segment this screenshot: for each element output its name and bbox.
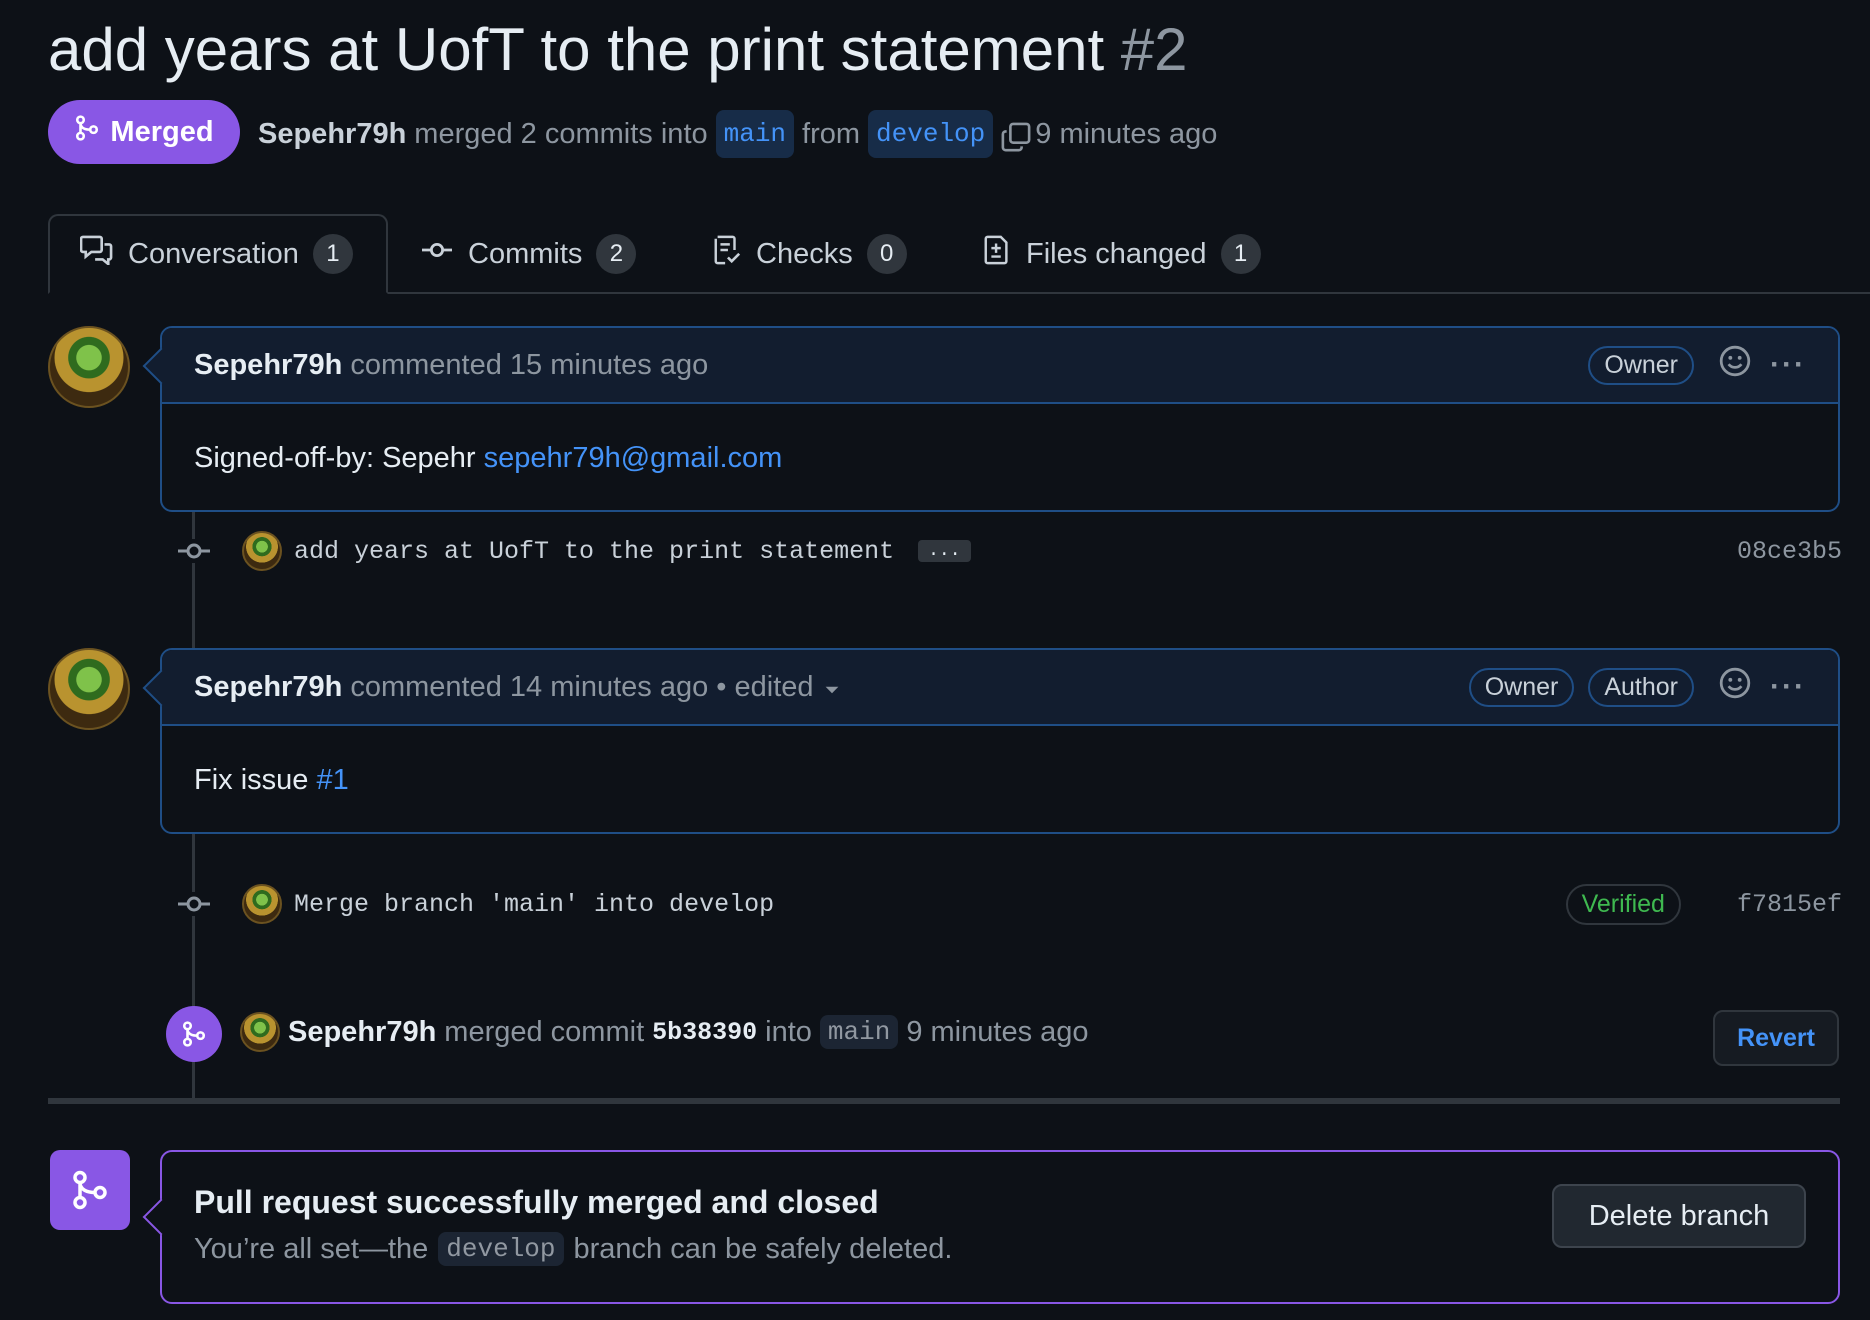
revert-button[interactable]: Revert xyxy=(1713,1010,1839,1066)
file-diff-icon xyxy=(982,234,1012,274)
merge-time[interactable]: 9 minutes ago xyxy=(906,1016,1088,1049)
comment-discussion-icon xyxy=(79,235,114,273)
edited-indicator[interactable]: • edited xyxy=(716,671,813,704)
merged-box-sub-prefix: You’re all set—the xyxy=(194,1232,429,1265)
tab-conversation-label: Conversation xyxy=(128,237,299,270)
comment-card: Sepehr79h commented 14 minutes ago • edi… xyxy=(142,648,1840,834)
comment-body: Fix issue #1 xyxy=(162,726,1838,834)
pr-meta-from: from xyxy=(802,118,861,150)
base-branch[interactable]: main xyxy=(715,110,795,158)
smiley-icon[interactable] xyxy=(1718,666,1752,708)
commit-sha[interactable]: 08ce3b5 xyxy=(1737,537,1842,566)
comment-header: Sepehr79h commented 14 minutes ago • edi… xyxy=(162,650,1838,726)
comment-header: Sepehr79h commented 15 minutes ago Owner… xyxy=(162,328,1838,404)
tab-conversation[interactable]: Conversation 1 xyxy=(48,214,388,294)
merged-box-title: Pull request successfully merged and clo… xyxy=(194,1184,879,1220)
issue-link[interactable]: #1 xyxy=(316,764,348,797)
kebab-horizontal-icon[interactable]: ··· xyxy=(1770,670,1806,704)
owner-label: Owner xyxy=(1588,345,1695,385)
merge-into: into xyxy=(765,1015,812,1048)
merged-box-caret xyxy=(142,1198,180,1236)
pr-number: #2 xyxy=(1120,16,1188,83)
kebab-horizontal-icon[interactable]: ··· xyxy=(1770,348,1806,382)
avatar[interactable] xyxy=(48,648,130,730)
tab-commits-label: Commits xyxy=(468,237,583,270)
pr-meta: Sepehr79h merged 2 commits into main fro… xyxy=(258,110,1217,158)
tab-files-changed-label: Files changed xyxy=(1026,237,1207,270)
comment-author[interactable]: Sepehr79h xyxy=(194,671,342,704)
tab-files-changed[interactable]: Files changed 1 xyxy=(982,214,1261,294)
head-branch[interactable]: develop xyxy=(868,110,994,158)
email-link[interactable]: sepehr79h@gmail.com xyxy=(484,442,783,475)
comment-body-text: Fix issue xyxy=(194,763,317,796)
tab-commits[interactable]: Commits 2 xyxy=(420,214,637,294)
pr-title: add years at UofT to the print statement… xyxy=(48,8,1188,92)
git-merge-icon xyxy=(74,113,100,151)
merge-author[interactable]: Sepehr79h xyxy=(288,1016,436,1049)
verified-badge[interactable]: Verified xyxy=(1565,883,1681,925)
avatar[interactable] xyxy=(240,1012,280,1052)
merge-action: merged commit xyxy=(444,1015,645,1048)
merge-event: Sepehr79h merged commit 5b38390 into mai… xyxy=(240,1012,1089,1052)
smiley-icon[interactable] xyxy=(1718,344,1752,386)
git-commit-icon xyxy=(172,892,216,916)
tab-commits-count: 2 xyxy=(596,234,637,274)
tab-checks-count: 0 xyxy=(866,234,907,274)
deletable-branch[interactable]: develop xyxy=(438,1232,564,1266)
delete-branch-button[interactable]: Delete branch xyxy=(1552,1184,1806,1248)
comment-card: Sepehr79h commented 15 minutes ago Owner… xyxy=(142,326,1840,512)
git-merge-icon xyxy=(50,1150,130,1230)
comment-author[interactable]: Sepehr79h xyxy=(194,349,342,382)
commit-row: add years at UofT to the print statement… xyxy=(172,527,1842,575)
merge-branch[interactable]: main xyxy=(819,1015,899,1049)
comment-body-text: Signed-off-by: Sepehr xyxy=(194,441,484,474)
comment-meta[interactable]: commented 14 minutes ago xyxy=(350,671,708,704)
commit-message[interactable]: add years at UofT to the print statement xyxy=(294,537,894,566)
tab-checks-label: Checks xyxy=(756,237,853,270)
tab-checks[interactable]: Checks 0 xyxy=(712,214,907,294)
expand-commit-button[interactable]: ... xyxy=(918,540,971,562)
timeline-divider xyxy=(48,1098,1840,1104)
commit-row: Merge branch 'main' into develop Verifie… xyxy=(172,880,1842,928)
merged-status-badge: Merged xyxy=(48,100,240,164)
git-merge-icon xyxy=(166,1006,222,1062)
commit-sha[interactable]: f7815ef xyxy=(1737,890,1842,919)
triangle-down-icon[interactable] xyxy=(824,671,840,704)
comment-meta[interactable]: commented 15 minutes ago xyxy=(350,349,708,382)
pr-meta-time: 9 minutes ago xyxy=(1035,118,1218,150)
copy-icon[interactable] xyxy=(1001,121,1031,152)
pr-author-link[interactable]: Sepehr79h xyxy=(258,112,406,156)
avatar[interactable] xyxy=(48,326,130,408)
tab-files-changed-count: 1 xyxy=(1220,234,1261,274)
git-commit-icon xyxy=(420,235,454,273)
author-label: Author xyxy=(1588,667,1695,707)
merged-box-sub-suffix: branch can be safely deleted. xyxy=(573,1232,953,1265)
comment-body: Signed-off-by: Sepehr sepehr79h@gmail.co… xyxy=(162,404,1838,512)
tab-conversation-count: 1 xyxy=(312,234,353,274)
checklist-icon xyxy=(712,234,742,274)
merged-box-subtitle: You’re all set—the develop branch can be… xyxy=(194,1232,952,1266)
commit-message[interactable]: Merge branch 'main' into develop xyxy=(294,890,774,919)
merged-status-label: Merged xyxy=(110,115,214,148)
pr-meta-action: merged 2 commits into xyxy=(414,118,708,150)
pr-title-text: add years at UofT to the print statement xyxy=(48,16,1105,83)
merge-commit-sha[interactable]: 5b38390 xyxy=(652,1018,757,1047)
owner-label: Owner xyxy=(1468,667,1575,707)
avatar[interactable] xyxy=(242,884,282,924)
avatar[interactable] xyxy=(242,531,282,571)
git-commit-icon xyxy=(172,539,216,563)
